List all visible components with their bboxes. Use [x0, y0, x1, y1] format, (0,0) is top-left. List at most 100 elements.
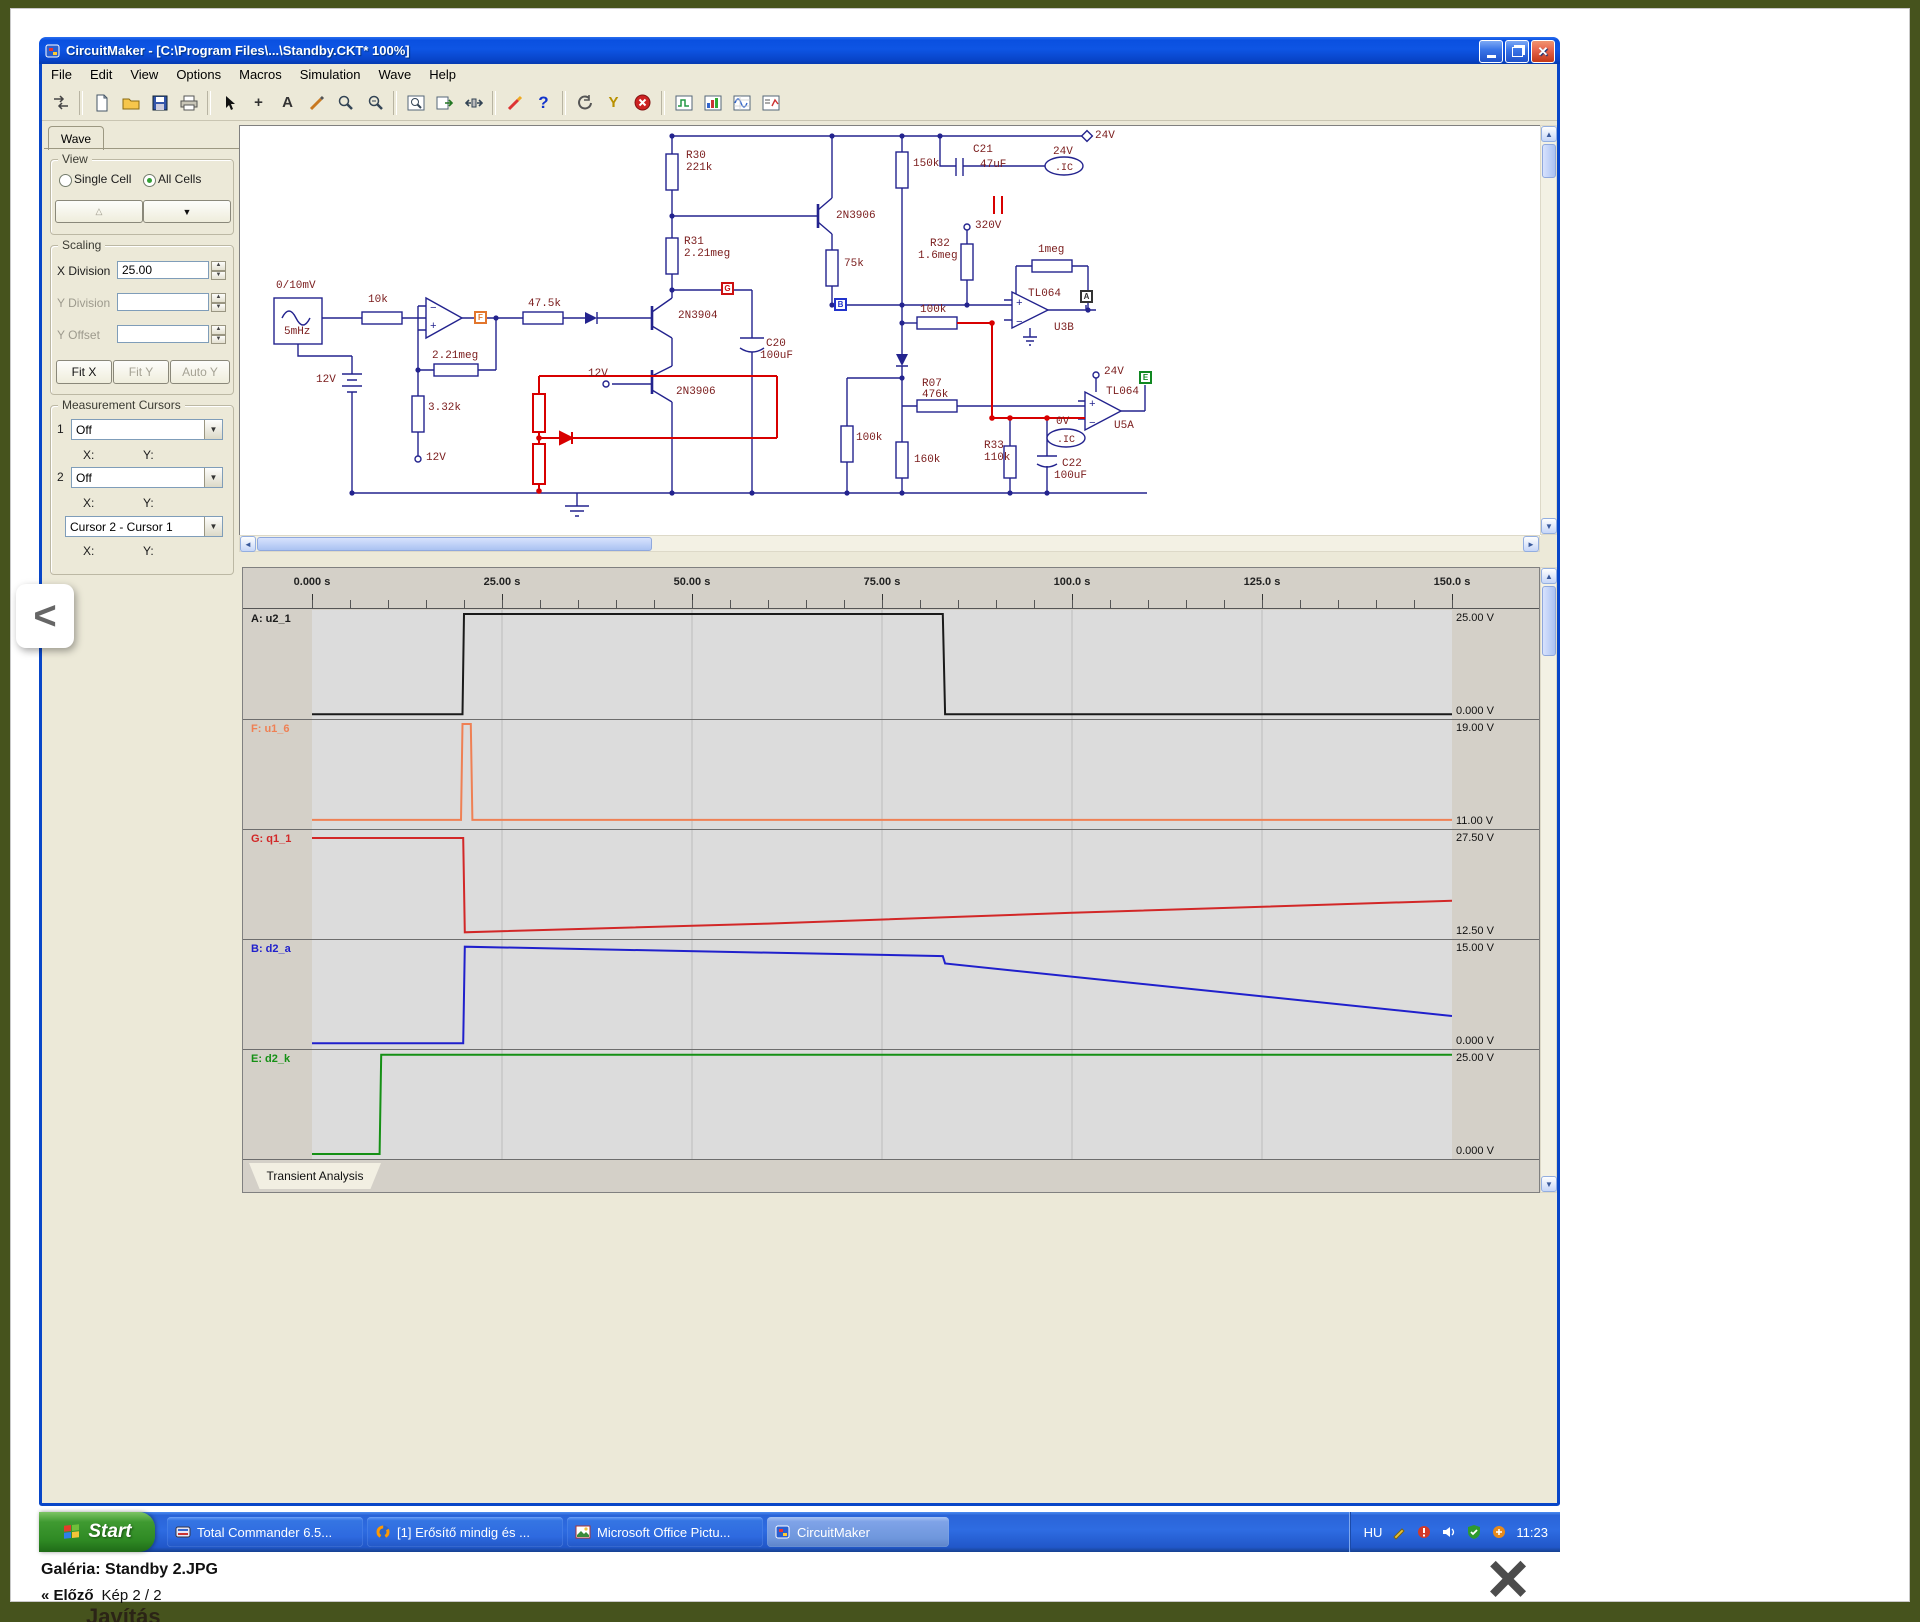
- waveform-pane[interactable]: G: q1_127.50 V12.50 V: [243, 830, 1540, 940]
- tab-wave[interactable]: Wave: [48, 126, 104, 150]
- taskbar-button-total-commander[interactable]: Total Commander 6.5...: [167, 1517, 363, 1547]
- chart-digital-icon[interactable]: [669, 88, 698, 117]
- title-bar[interactable]: CircuitMaker - [C:\Program Files\...\Sta…: [39, 37, 1560, 64]
- menu-macros[interactable]: Macros: [230, 65, 291, 84]
- fit-x-button[interactable]: Fit X: [56, 360, 112, 384]
- gallery-close-button[interactable]: ×: [1473, 1547, 1543, 1611]
- trace-name[interactable]: B: d2_a: [251, 943, 291, 955]
- help-icon[interactable]: ?: [529, 88, 558, 117]
- start-button[interactable]: Start: [39, 1512, 155, 1552]
- reset-icon[interactable]: [570, 88, 599, 117]
- trace-name[interactable]: F: u1_6: [251, 723, 290, 735]
- minimize-button[interactable]: [1479, 40, 1503, 63]
- auto-y-button[interactable]: Auto Y: [170, 360, 230, 384]
- chevron-down-icon[interactable]: ▼: [204, 517, 222, 536]
- schematic-canvas[interactable]: −+ +− +− .IC .IC 24VR30221k150kC2147uF24…: [239, 125, 1541, 536]
- close-button[interactable]: ✕: [1531, 40, 1555, 63]
- open-folder-icon[interactable]: [116, 88, 145, 117]
- scroll-up-icon[interactable]: ▲: [1541, 568, 1557, 584]
- new-file-icon[interactable]: [87, 88, 116, 117]
- waveform-vscrollbar[interactable]: ▲ ▼: [1540, 567, 1557, 1193]
- chart-scope-icon[interactable]: [727, 88, 756, 117]
- cursor-diff-select[interactable]: Cursor 2 - Cursor 1 ▼: [65, 516, 223, 537]
- cursor-tool-icon[interactable]: [215, 88, 244, 117]
- menu-options[interactable]: Options: [167, 65, 230, 84]
- menu-file[interactable]: File: [42, 65, 81, 84]
- schematic-hscrollbar[interactable]: ◄ ►: [239, 535, 1540, 552]
- gallery-prev-link[interactable]: « Előző: [41, 1587, 94, 1604]
- language-indicator[interactable]: HU: [1364, 1525, 1383, 1540]
- cursor2-select[interactable]: Off ▼: [71, 467, 223, 488]
- menu-help[interactable]: Help: [420, 65, 465, 84]
- wire-pen-icon[interactable]: [302, 88, 331, 117]
- tray-pen-icon[interactable]: [1391, 1524, 1407, 1540]
- cursor1-select[interactable]: Off ▼: [71, 419, 223, 440]
- vscroll-thumb[interactable]: [1542, 586, 1556, 656]
- trace-name[interactable]: G: q1_1: [251, 833, 291, 845]
- chevron-down-icon[interactable]: ▼: [204, 420, 222, 439]
- y-division-input[interactable]: [117, 293, 209, 311]
- chart-mixed-icon[interactable]: [756, 88, 785, 117]
- wave-down-button[interactable]: ▼: [143, 200, 231, 223]
- gallery-back-button[interactable]: <: [16, 584, 74, 648]
- waveform-pane[interactable]: F: u1_619.00 V11.00 V: [243, 720, 1540, 830]
- tray-shield-icon[interactable]: [1466, 1524, 1482, 1540]
- schematic-vscrollbar[interactable]: ▲ ▼: [1540, 125, 1557, 535]
- probe-marker-f[interactable]: F: [474, 311, 487, 324]
- probe-marker-a[interactable]: A: [1080, 290, 1093, 303]
- menu-wave[interactable]: Wave: [369, 65, 420, 84]
- scroll-down-icon[interactable]: ▼: [1541, 1176, 1557, 1192]
- radio-single-cell[interactable]: [59, 174, 72, 187]
- trace-name[interactable]: E: d2_k: [251, 1053, 290, 1065]
- place-part-icon[interactable]: +: [244, 88, 273, 117]
- stop-icon[interactable]: [628, 88, 657, 117]
- swap-wires-icon[interactable]: [46, 88, 75, 117]
- tab-transient-analysis[interactable]: Transient Analysis: [249, 1163, 381, 1189]
- menu-edit[interactable]: Edit: [81, 65, 121, 84]
- vscroll-thumb[interactable]: [1542, 144, 1556, 178]
- wave-up-button[interactable]: △: [55, 200, 143, 223]
- gallery-counter: Kép 2 / 2: [102, 1587, 162, 1604]
- zoom-area-icon[interactable]: [331, 88, 360, 117]
- pan-icon[interactable]: [459, 88, 488, 117]
- y-division-spinner[interactable]: ▲▼: [211, 293, 226, 312]
- text-tool-icon[interactable]: A: [273, 88, 302, 117]
- scroll-right-icon[interactable]: ►: [1523, 536, 1539, 552]
- probe-marker-b[interactable]: B: [834, 298, 847, 311]
- page-export-icon[interactable]: [430, 88, 459, 117]
- chevron-down-icon[interactable]: ▼: [204, 468, 222, 487]
- tray-alert-icon[interactable]: [1416, 1524, 1432, 1540]
- zoom-icon[interactable]: [360, 88, 389, 117]
- chart-analyses-icon[interactable]: [698, 88, 727, 117]
- probe-marker-e[interactable]: E: [1139, 371, 1152, 384]
- fit-y-button[interactable]: Fit Y: [113, 360, 169, 384]
- x-division-input[interactable]: 25.00: [117, 261, 209, 279]
- y-offset-spinner[interactable]: ▲▼: [211, 325, 226, 344]
- scroll-up-icon[interactable]: ▲: [1541, 126, 1557, 142]
- scroll-down-icon[interactable]: ▼: [1541, 518, 1557, 534]
- taskbar-button-picture-manager[interactable]: Microsoft Office Pictu...: [567, 1517, 763, 1547]
- taskbar-button-browser[interactable]: [1] Erősítő mindig és ...: [367, 1517, 563, 1547]
- print-icon[interactable]: [174, 88, 203, 117]
- menu-simulation[interactable]: Simulation: [291, 65, 370, 84]
- radio-all-cells[interactable]: [143, 174, 156, 187]
- probe-tool-icon[interactable]: [500, 88, 529, 117]
- taskbar-button-circuitmaker[interactable]: CircuitMaker: [767, 1517, 949, 1547]
- waveform-viewer[interactable]: 0.000 s25.00 s50.00 s75.00 s100.0 s125.0…: [242, 567, 1540, 1193]
- scroll-left-icon[interactable]: ◄: [240, 536, 256, 552]
- probe-y-icon[interactable]: Y: [599, 88, 628, 117]
- zoom-page-icon[interactable]: [401, 88, 430, 117]
- waveform-pane[interactable]: E: d2_k25.00 V0.000 V: [243, 1050, 1540, 1160]
- component-label: 1meg: [1038, 244, 1064, 256]
- probe-marker-g[interactable]: G: [721, 282, 734, 295]
- y-offset-input[interactable]: [117, 325, 209, 343]
- trace-name[interactable]: A: u2_1: [251, 613, 291, 625]
- menu-view[interactable]: View: [121, 65, 167, 84]
- tray-volume-icon[interactable]: [1441, 1524, 1457, 1540]
- waveform-pane[interactable]: B: d2_a15.00 V0.000 V: [243, 940, 1540, 1050]
- save-icon[interactable]: [145, 88, 174, 117]
- waveform-pane[interactable]: A: u2_125.00 V0.000 V: [243, 610, 1540, 720]
- hscroll-thumb[interactable]: [257, 537, 652, 551]
- restore-button[interactable]: [1505, 40, 1529, 63]
- x-division-spinner[interactable]: ▲▼: [211, 261, 226, 280]
